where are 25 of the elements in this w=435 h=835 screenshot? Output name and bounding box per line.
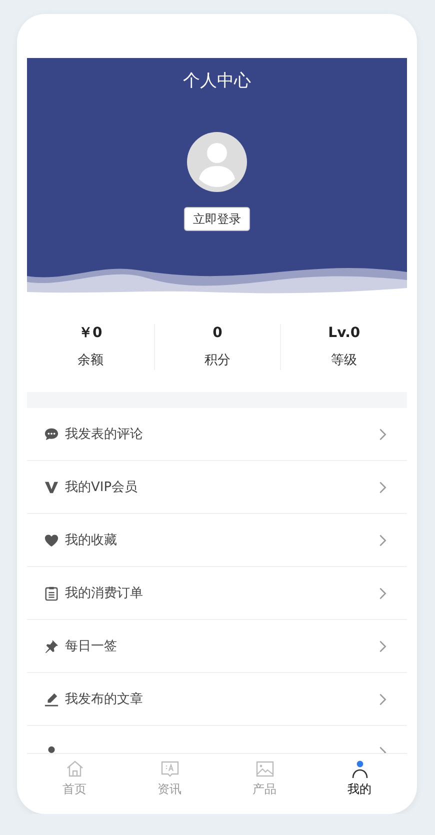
message-board-icon <box>160 758 180 778</box>
house-icon <box>64 758 84 778</box>
page-title: 个人中心 <box>183 70 251 92</box>
tab-item[interactable]: 我的 <box>312 754 407 800</box>
stat-label: 积分 <box>204 352 230 370</box>
stat-label: 余额 <box>77 352 104 370</box>
menu-item[interactable]: 我发表的评论 <box>27 408 407 461</box>
speech-bubble-icon <box>44 426 59 442</box>
stat-label: 等级 <box>331 352 358 370</box>
heart-icon <box>44 532 59 548</box>
menu-item[interactable]: 我的VIP会员 <box>27 461 407 514</box>
login-button[interactable]: 立即登录 <box>184 207 250 231</box>
stat-value: Lv.0 <box>328 324 360 342</box>
menu-item[interactable]: 我发布的文章 <box>27 673 407 726</box>
pushpin-icon <box>44 638 59 654</box>
pencil-icon <box>44 692 59 706</box>
clipboard-icon <box>44 586 59 600</box>
image-icon <box>254 758 274 778</box>
menu-item[interactable]: 每日一签 <box>27 620 407 673</box>
menu-item[interactable]: 我的收藏 <box>27 514 407 567</box>
avatar-silhouette <box>187 132 247 192</box>
stat-value: 0 <box>212 324 222 342</box>
menu-item[interactable]: 我的消费订单 <box>27 567 407 620</box>
v-letter-icon <box>44 480 59 494</box>
stat-value: ￥0 <box>78 324 102 342</box>
